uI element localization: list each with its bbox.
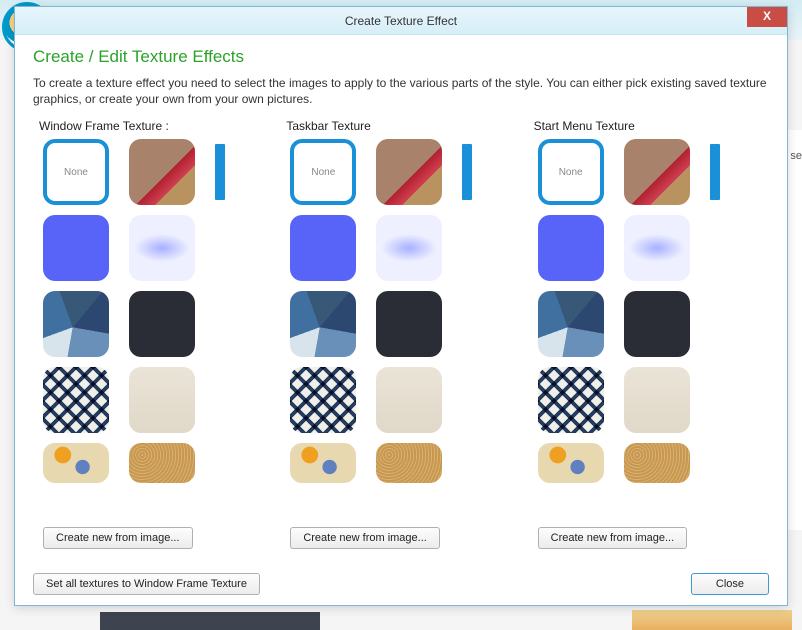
texture-blue-glow[interactable]	[376, 215, 442, 281]
scroll-indicator-icon	[462, 144, 472, 200]
scroll-indicator-icon	[215, 144, 225, 200]
texture-floral[interactable]	[43, 443, 109, 483]
texture-gems[interactable]	[129, 139, 195, 205]
texture-blue[interactable]	[538, 215, 604, 281]
texture-grid: None	[33, 139, 274, 519]
texture-blue-glow[interactable]	[624, 215, 690, 281]
close-button[interactable]: Close	[691, 573, 769, 595]
column-window-frame: Window Frame Texture : None	[33, 119, 274, 549]
create-new-from-image-button[interactable]: Create new from image...	[290, 527, 440, 549]
column-title: Start Menu Texture	[528, 119, 769, 133]
texture-blue[interactable]	[290, 215, 356, 281]
set-all-textures-button[interactable]: Set all textures to Window Frame Texture	[33, 573, 260, 595]
texture-none[interactable]: None	[43, 139, 109, 205]
titlebar[interactable]: Create Texture Effect X	[15, 7, 787, 35]
texture-grid: None	[528, 139, 769, 519]
texture-dark[interactable]	[624, 291, 690, 357]
texture-grid: None	[280, 139, 521, 519]
texture-floral[interactable]	[538, 443, 604, 483]
bg-taskbar-fragment	[100, 612, 320, 630]
texture-gems[interactable]	[376, 139, 442, 205]
texture-polygons[interactable]	[43, 291, 109, 357]
texture-sand[interactable]	[129, 443, 195, 483]
dialog-footer: Set all textures to Window Frame Texture…	[33, 573, 769, 595]
texture-columns: Window Frame Texture : None	[33, 119, 769, 549]
column-title: Taskbar Texture	[280, 119, 521, 133]
texture-polygons[interactable]	[538, 291, 604, 357]
texture-sand[interactable]	[624, 443, 690, 483]
texture-none[interactable]: None	[290, 139, 356, 205]
page-heading: Create / Edit Texture Effects	[33, 47, 769, 67]
create-new-from-image-button[interactable]: Create new from image...	[43, 527, 193, 549]
texture-check[interactable]	[290, 367, 356, 433]
close-window-button[interactable]: X	[747, 7, 787, 27]
page-description: To create a texture effect you need to s…	[33, 75, 769, 107]
column-title: Window Frame Texture :	[33, 119, 274, 133]
texture-check[interactable]	[43, 367, 109, 433]
texture-blue[interactable]	[43, 215, 109, 281]
texture-none[interactable]: None	[538, 139, 604, 205]
texture-gems[interactable]	[624, 139, 690, 205]
window-title: Create Texture Effect	[345, 14, 457, 28]
texture-dark[interactable]	[129, 291, 195, 357]
texture-paper[interactable]	[376, 367, 442, 433]
texture-check[interactable]	[538, 367, 604, 433]
texture-polygons[interactable]	[290, 291, 356, 357]
column-start-menu: Start Menu Texture None	[528, 119, 769, 549]
dialog-content: Create / Edit Texture Effects To create …	[15, 35, 787, 559]
create-texture-dialog: Create Texture Effect X Create / Edit Te…	[14, 6, 788, 606]
texture-paper[interactable]	[624, 367, 690, 433]
texture-blue-glow[interactable]	[129, 215, 195, 281]
scroll-indicator-icon	[710, 144, 720, 200]
column-taskbar: Taskbar Texture None	[280, 119, 521, 549]
bg-side-text: se	[790, 150, 802, 162]
texture-floral[interactable]	[290, 443, 356, 483]
texture-dark[interactable]	[376, 291, 442, 357]
texture-sand[interactable]	[376, 443, 442, 483]
bg-thumb-fragment	[632, 610, 792, 630]
texture-paper[interactable]	[129, 367, 195, 433]
create-new-from-image-button[interactable]: Create new from image...	[538, 527, 688, 549]
